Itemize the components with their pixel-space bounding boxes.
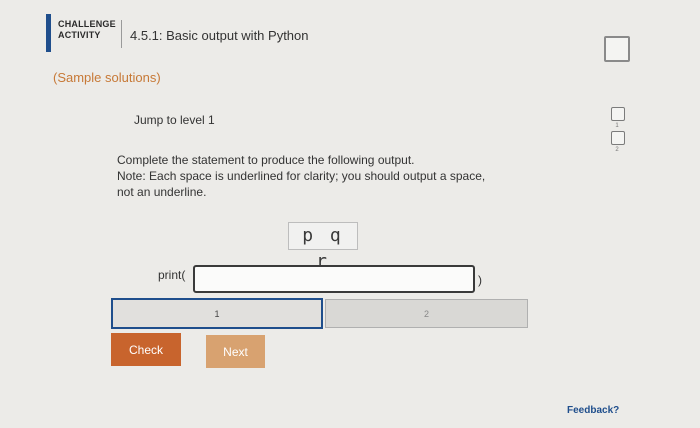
- level-2-box-icon[interactable]: [611, 131, 625, 145]
- code-answer-input[interactable]: [193, 265, 475, 293]
- sample-solutions-link[interactable]: (Sample solutions): [53, 70, 161, 85]
- level-1-box-icon[interactable]: [611, 107, 625, 121]
- badge-line-1: CHALLENGE: [58, 19, 116, 29]
- level-2-number: 2: [615, 147, 619, 153]
- instructions-line-1: Complete the statement to produce the fo…: [117, 153, 415, 167]
- instructions-line-3: not an underline.: [117, 185, 207, 199]
- progress-segment-2: 2: [325, 299, 528, 328]
- completion-checkbox-icon: [604, 36, 630, 62]
- activity-title: 4.5.1: Basic output with Python: [130, 28, 309, 43]
- progress-segment-1: 1: [111, 298, 323, 329]
- header-divider: [121, 20, 122, 48]
- instructions: Complete the statement to produce the fo…: [117, 152, 537, 200]
- instructions-line-2: Note: Each space is underlined for clari…: [117, 169, 486, 183]
- code-prefix: print(: [158, 268, 186, 282]
- challenge-activity-badge: CHALLENGE ACTIVITY: [58, 19, 116, 41]
- expected-output-box: p q r: [288, 222, 358, 272]
- level-indicator: 1 2: [610, 107, 628, 155]
- feedback-link[interactable]: Feedback?: [567, 405, 619, 416]
- badge-line-2: ACTIVITY: [58, 30, 101, 40]
- challenge-activity-page: CHALLENGE ACTIVITY 4.5.1: Basic output w…: [0, 0, 700, 428]
- jump-to-level-label[interactable]: Jump to level 1: [134, 113, 215, 127]
- next-button[interactable]: Next: [206, 335, 265, 368]
- code-suffix: ): [478, 273, 482, 287]
- level-1-number: 1: [615, 123, 619, 129]
- level-progress-bar: 1 2: [111, 298, 529, 329]
- check-button[interactable]: Check: [111, 333, 181, 366]
- header-accent-bar: [46, 14, 51, 52]
